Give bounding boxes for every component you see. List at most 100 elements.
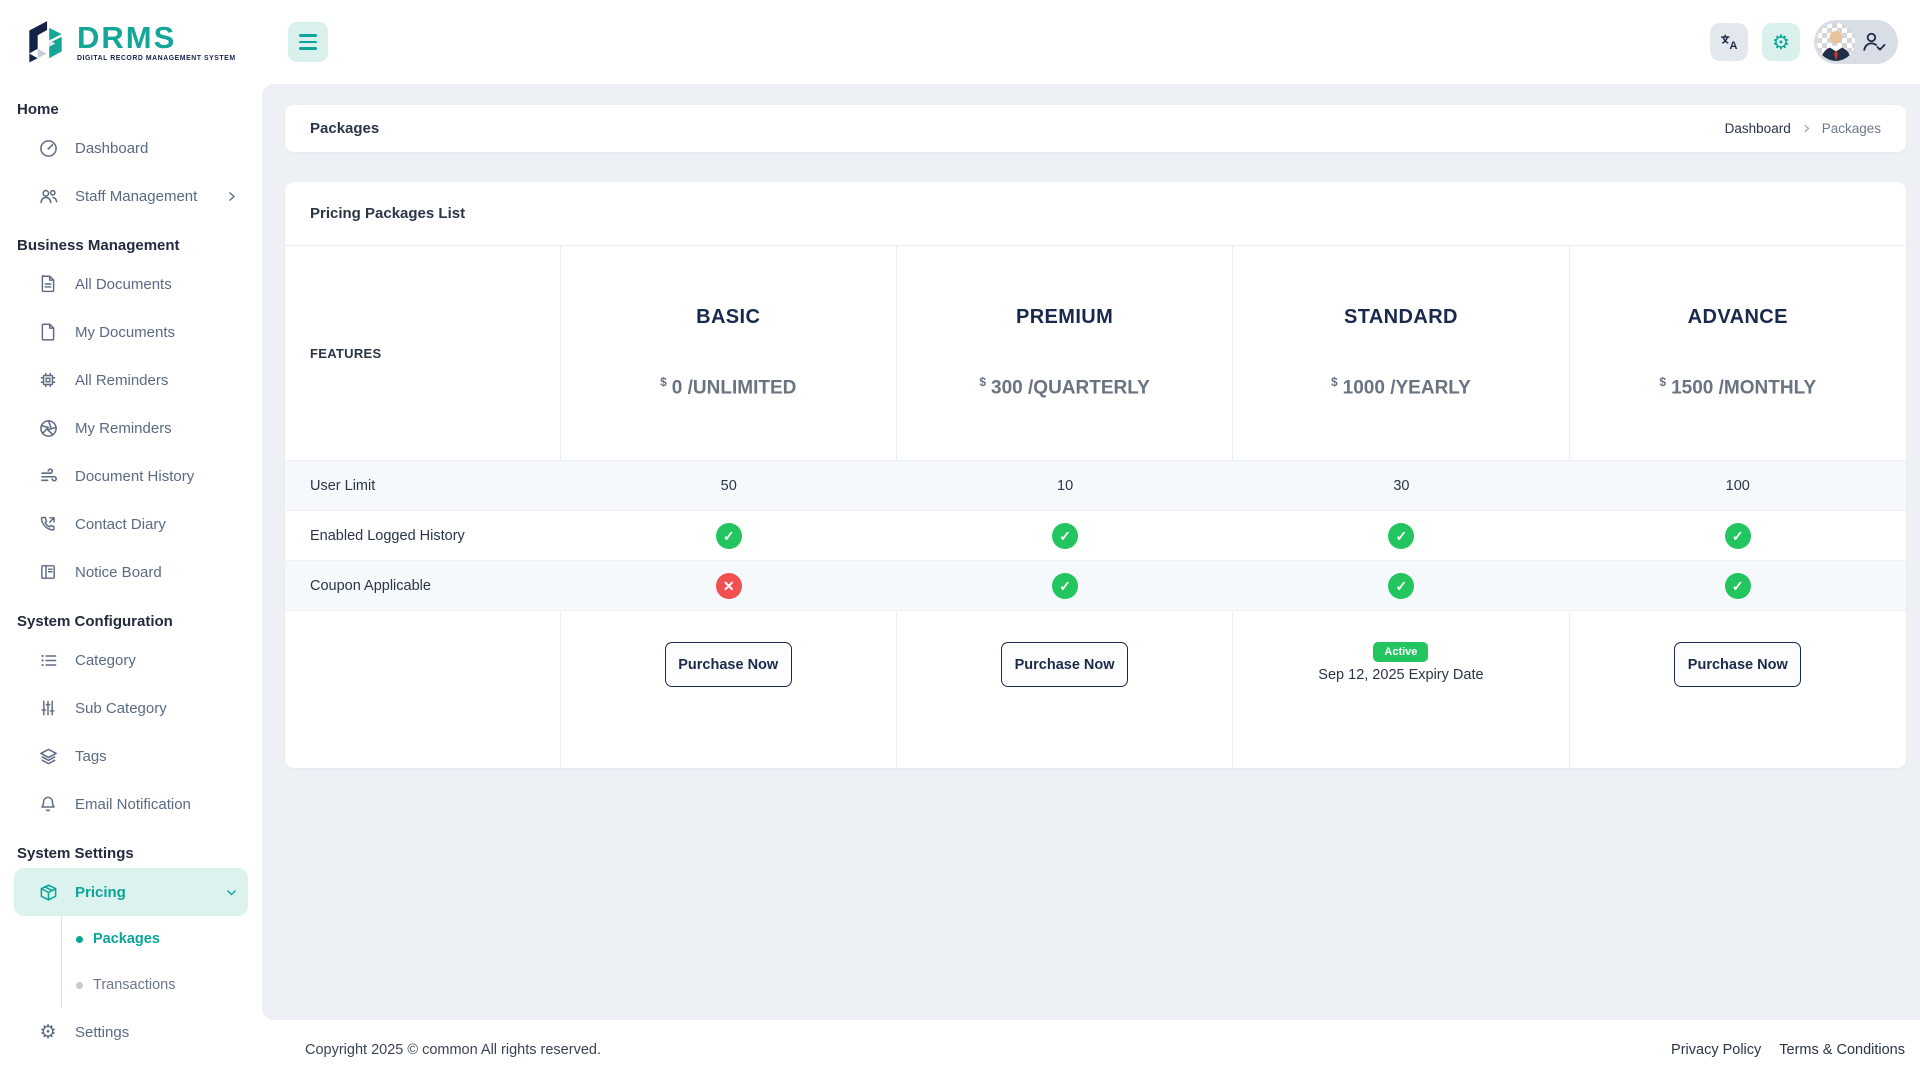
page-title: Packages <box>310 120 379 137</box>
document-text-icon <box>38 274 58 294</box>
breadcrumb: Dashboard Packages <box>1725 121 1881 136</box>
sidebar-item-label: Settings <box>75 1024 129 1041</box>
pricing-submenu: Packages Transactions <box>61 916 248 1008</box>
privacy-policy-link[interactable]: Privacy Policy <box>1671 1042 1761 1058</box>
table-row-user-limit: User Limit 50 10 30 100 <box>285 460 1906 510</box>
topbar: A ⚙ <box>262 0 1920 84</box>
sidebar-item-label: All Reminders <box>75 372 168 389</box>
feature-value: 10 <box>897 461 1233 510</box>
sidebar-subitem-label: Packages <box>93 931 160 947</box>
profile-menu[interactable] <box>1814 20 1898 64</box>
main-column: A ⚙ <box>262 0 1920 1080</box>
feature-label: Enabled Logged History <box>285 511 561 560</box>
check-icon: ✓ <box>1725 573 1751 599</box>
check-icon: ✓ <box>1725 523 1751 549</box>
sidebar-item-label: Contact Diary <box>75 516 166 533</box>
menu-toggle-button[interactable] <box>288 22 328 62</box>
pricing-table-actions: Purchase Now Purchase Now Active Sep 12,… <box>285 610 1906 768</box>
sidebar-item-notice-board[interactable]: Notice Board <box>14 548 248 596</box>
purchase-now-button-advance[interactable]: Purchase Now <box>1674 642 1801 687</box>
purchase-now-button-premium[interactable]: Purchase Now <box>1001 642 1128 687</box>
sidebar-item-document-history[interactable]: Document History <box>14 452 248 500</box>
cross-icon: ✕ <box>716 573 742 599</box>
section-label-system-settings: System Settings <box>14 828 248 868</box>
cpu-icon <box>38 370 58 390</box>
terms-conditions-link[interactable]: Terms & Conditions <box>1779 1042 1905 1058</box>
sidebar-item-all-reminders[interactable]: All Reminders <box>14 356 248 404</box>
check-icon: ✓ <box>1052 523 1078 549</box>
expiry-date-text: Sep 12, 2025 Expiry Date <box>1318 667 1483 683</box>
currency-symbol: $ <box>1659 375 1666 389</box>
sidebar-item-label: Document History <box>75 468 194 485</box>
sidebar-item-label: Pricing <box>75 884 126 901</box>
logo-word: DRMS <box>77 22 236 53</box>
svg-text:A: A <box>1729 40 1737 52</box>
sidebar-item-label: Tags <box>75 748 107 765</box>
sidebar: DRMS DIGITAL RECORD MANAGEMENT SYSTEM Ho… <box>0 0 262 1080</box>
section-label-business-management: Business Management <box>14 220 248 260</box>
layers-icon <box>38 746 58 766</box>
plan-price: $1500 /MONTHLY <box>1659 375 1816 399</box>
sidebar-item-email-notification[interactable]: Email Notification <box>14 780 248 828</box>
check-icon: ✓ <box>1052 573 1078 599</box>
check-icon: ✓ <box>716 523 742 549</box>
app-logo[interactable]: DRMS DIGITAL RECORD MANAGEMENT SYSTEM <box>0 0 262 84</box>
breadcrumb-dashboard-link[interactable]: Dashboard <box>1725 121 1791 136</box>
language-button[interactable]: A <box>1710 23 1748 61</box>
sidebar-item-my-reminders[interactable]: My Reminders <box>14 404 248 452</box>
plan-price: $300 /QUARTERLY <box>979 375 1149 399</box>
speedometer-icon <box>38 138 58 158</box>
features-header: FEATURES <box>285 246 561 460</box>
topbar-actions: A ⚙ <box>1710 20 1898 64</box>
shutter-icon <box>38 418 58 438</box>
plan-price: $0 /UNLIMITED <box>660 375 796 399</box>
feature-label: User Limit <box>285 461 561 510</box>
sidebar-item-label: My Reminders <box>75 420 172 437</box>
card-title: Pricing Packages List <box>285 182 1906 246</box>
bullet-icon <box>76 982 83 989</box>
currency-symbol: $ <box>1331 375 1338 389</box>
section-label-home: Home <box>14 84 248 124</box>
plan-name: ADVANCE <box>1688 306 1788 329</box>
pricing-table-header: FEATURES BASIC $0 /UNLIMITED PREMIUM $30… <box>285 246 1906 460</box>
avatar <box>1817 23 1855 61</box>
sidebar-item-contact-diary[interactable]: Contact Diary <box>14 500 248 548</box>
sidebar-item-all-documents[interactable]: All Documents <box>14 260 248 308</box>
status-badge: Active <box>1373 642 1428 662</box>
hamburger-icon <box>299 34 317 37</box>
sidebar-item-category[interactable]: Category <box>14 636 248 684</box>
sidebar-item-pricing[interactable]: Pricing <box>14 868 248 916</box>
check-icon: ✓ <box>1388 523 1414 549</box>
settings-button[interactable]: ⚙ <box>1762 23 1800 61</box>
plan-header-advance: ADVANCE $1500 /MONTHLY <box>1570 246 1906 460</box>
file-icon <box>38 322 58 342</box>
sidebar-item-settings[interactable]: ⚙ Settings <box>14 1008 248 1056</box>
board-icon <box>38 562 58 582</box>
purchase-now-button-basic[interactable]: Purchase Now <box>665 642 792 687</box>
sidebar-item-my-documents[interactable]: My Documents <box>14 308 248 356</box>
pricing-packages-card: Pricing Packages List FEATURES BASIC $0 … <box>285 182 1906 768</box>
check-icon: ✓ <box>1388 573 1414 599</box>
sidebar-subitem-label: Transactions <box>93 977 175 993</box>
people-icon <box>38 186 58 206</box>
plan-header-basic: BASIC $0 /UNLIMITED <box>561 246 897 460</box>
sidebar-item-sub-category[interactable]: Sub Category <box>14 684 248 732</box>
sliders-icon <box>38 698 58 718</box>
feature-label: Coupon Applicable <box>285 561 561 610</box>
sidebar-subitem-packages[interactable]: Packages <box>62 916 248 962</box>
person-check-icon <box>1862 30 1886 54</box>
sidebar-item-label: Sub Category <box>75 700 167 717</box>
breadcrumb-current: Packages <box>1822 121 1881 136</box>
content-area: Packages Dashboard Packages Pricing Pack… <box>262 84 1920 1020</box>
package-icon <box>38 882 58 902</box>
sidebar-item-staff-management[interactable]: Staff Management <box>14 172 248 220</box>
sidebar-subitem-transactions[interactable]: Transactions <box>62 962 248 1008</box>
sidebar-item-label: Notice Board <box>75 564 162 581</box>
logo-tagline: DIGITAL RECORD MANAGEMENT SYSTEM <box>77 56 236 63</box>
sidebar-item-dashboard[interactable]: Dashboard <box>14 124 248 172</box>
breadcrumb-card: Packages Dashboard Packages <box>285 105 1906 152</box>
chevron-down-icon <box>225 886 238 899</box>
table-row-coupon-applicable: Coupon Applicable ✕ ✓ ✓ ✓ <box>285 560 1906 610</box>
plan-header-premium: PREMIUM $300 /QUARTERLY <box>897 246 1233 460</box>
sidebar-item-tags[interactable]: Tags <box>14 732 248 780</box>
